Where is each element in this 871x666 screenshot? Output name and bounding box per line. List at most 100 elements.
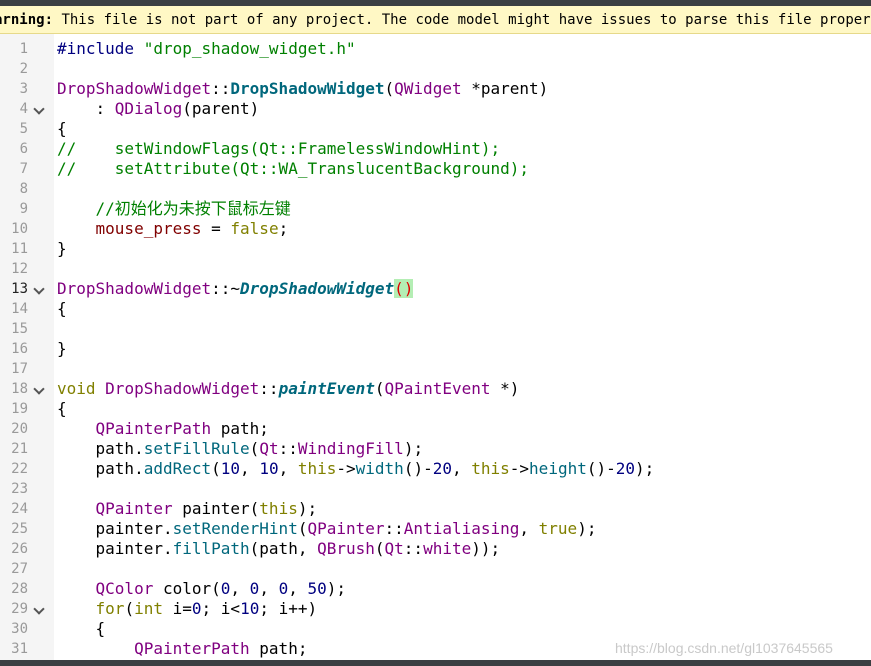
- code-line[interactable]: 17: [0, 359, 871, 379]
- code-text: QPainterPath path;: [57, 419, 269, 439]
- code-line[interactable]: 16}: [0, 339, 871, 359]
- code-line[interactable]: 14 {: [0, 299, 871, 319]
- line-number: 17: [11, 361, 28, 377]
- code-token: QPainterPath: [95, 419, 212, 438]
- code-token: DropShadowWidget: [57, 279, 212, 298]
- code-token: width: [355, 459, 404, 478]
- line-number: 25: [11, 521, 28, 537]
- code-token: path.: [57, 459, 144, 478]
- code-line[interactable]: 7 // setAttribute(Qt::WA_TranslucentBackg…: [0, 159, 871, 179]
- line-number: 10: [11, 221, 28, 237]
- code-line[interactable]: 3 DropShadowWidget::DropShadowWidget(QWid…: [0, 79, 871, 99]
- warning-bar: arning: This file is not part of any pro…: [0, 6, 871, 34]
- code-token: fillPath: [172, 539, 250, 558]
- code-token: QPainter: [307, 519, 385, 538]
- line-number: 27: [11, 561, 28, 577]
- code-token: i=: [162, 599, 192, 618]
- code-token: (parent): [182, 99, 260, 118]
- code-line[interactable]: 28 QColor color(0, 0, 0, 50);: [0, 579, 871, 599]
- code-token: ::~: [211, 279, 241, 298]
- code-line[interactable]: 21 path.setFillRule(Qt::WindingFill);: [0, 439, 871, 459]
- code-token: ; i++): [259, 599, 318, 618]
- code-token: paintEvent: [278, 379, 375, 398]
- code-token: *parent): [461, 79, 549, 98]
- code-token: DropShadowWidget: [105, 379, 260, 398]
- code-line[interactable]: 29 for(int i=0; i<10; i++): [0, 599, 871, 619]
- code-line[interactable]: 22 path.addRect(10, 10, this->width()-20…: [0, 459, 871, 479]
- code-token: ,: [240, 459, 260, 478]
- line-number: 22: [11, 461, 28, 477]
- code-text: path.addRect(10, 10, this->width()-20, t…: [57, 459, 655, 479]
- code-line[interactable]: 20 QPainterPath path;: [0, 419, 871, 439]
- code-text: DropShadowWidget::DropShadowWidget(QWidg…: [57, 79, 548, 99]
- code-token: painter.: [57, 539, 173, 558]
- code-line[interactable]: 11}: [0, 239, 871, 259]
- code-line[interactable]: 4 : QDialog(parent): [0, 99, 871, 119]
- horizontal-scrollbar[interactable]: [0, 660, 871, 666]
- code-line[interactable]: 1 #include "drop_shadow_widget.h": [0, 39, 871, 59]
- fold-chevron-down-icon[interactable]: [33, 283, 45, 295]
- code-token: {: [57, 399, 67, 418]
- code-line[interactable]: 8: [0, 179, 871, 199]
- code-text: path.setFillRule(Qt::WindingFill);: [57, 439, 424, 459]
- code-line[interactable]: 13 DropShadowWidget::~DropShadowWidget(): [0, 279, 871, 299]
- code-line[interactable]: 6 // setWindowFlags(Qt::FramelessWindowHi…: [0, 139, 871, 159]
- line-number: 8: [19, 181, 28, 197]
- code-text: //初始化为未按下鼠标左键: [57, 199, 291, 219]
- fold-chevron-down-icon[interactable]: [33, 603, 45, 615]
- code-token: ->: [509, 459, 530, 478]
- code-line[interactable]: 30 {: [0, 619, 871, 639]
- line-number: 1: [19, 41, 28, 57]
- code-line[interactable]: 24 QPainter painter(this);: [0, 499, 871, 519]
- code-token: 10: [259, 459, 279, 478]
- line-number: 26: [11, 541, 28, 557]
- code-line[interactable]: 19 {: [0, 399, 871, 419]
- code-token: );: [326, 579, 347, 598]
- code-token: :: [57, 99, 115, 118]
- line-number: 2: [19, 61, 28, 77]
- code-line[interactable]: 18 void DropShadowWidget::paintEvent(QPai…: [0, 379, 871, 399]
- code-token: ));: [471, 539, 501, 558]
- code-token: Qt: [259, 439, 279, 458]
- code-token: this: [259, 499, 298, 518]
- code-token: );: [297, 499, 318, 518]
- code-token: (: [211, 459, 221, 478]
- code-line[interactable]: 2: [0, 59, 871, 79]
- code-token: painter(: [172, 499, 260, 518]
- code-editor[interactable]: 1 #include "drop_shadow_widget.h" 2 3 DropSh…: [0, 34, 871, 660]
- code-line[interactable]: 26 painter.fillPath(path, QBrush(Qt::whi…: [0, 539, 871, 559]
- code-token: true: [538, 519, 578, 538]
- code-token: height: [529, 459, 587, 478]
- line-number: 5: [19, 121, 28, 137]
- code-line[interactable]: 10 mouse_press = false;: [0, 219, 871, 239]
- code-line[interactable]: 5{: [0, 119, 871, 139]
- code-token: {: [57, 299, 67, 318]
- code-token: 0: [278, 579, 289, 598]
- code-line[interactable]: 23: [0, 479, 871, 499]
- code-token: );: [403, 439, 424, 458]
- fold-chevron-down-icon[interactable]: [33, 383, 45, 395]
- code-token: ,: [259, 579, 279, 598]
- code-token: ::: [403, 539, 424, 558]
- code-line[interactable]: 25 painter.setRenderHint(QPainter::Antia…: [0, 519, 871, 539]
- code-token: DropShadowWidget: [240, 279, 395, 298]
- code-token: ,: [230, 579, 250, 598]
- code-text: {: [57, 399, 67, 419]
- code-token: 10: [220, 459, 241, 478]
- code-line[interactable]: 15: [0, 319, 871, 339]
- code-token: *): [490, 379, 520, 398]
- line-number: 13: [11, 281, 28, 297]
- code-token: (path,: [249, 539, 318, 558]
- code-token: void: [57, 379, 96, 398]
- code-line[interactable]: 27: [0, 559, 871, 579]
- code-token: (: [384, 79, 395, 98]
- code-line[interactable]: 12: [0, 259, 871, 279]
- code-line[interactable]: 9 //初始化为未按下鼠标左键: [0, 199, 871, 219]
- code-text: }: [57, 239, 67, 259]
- code-token: (: [124, 599, 135, 618]
- fold-chevron-down-icon[interactable]: [33, 103, 45, 115]
